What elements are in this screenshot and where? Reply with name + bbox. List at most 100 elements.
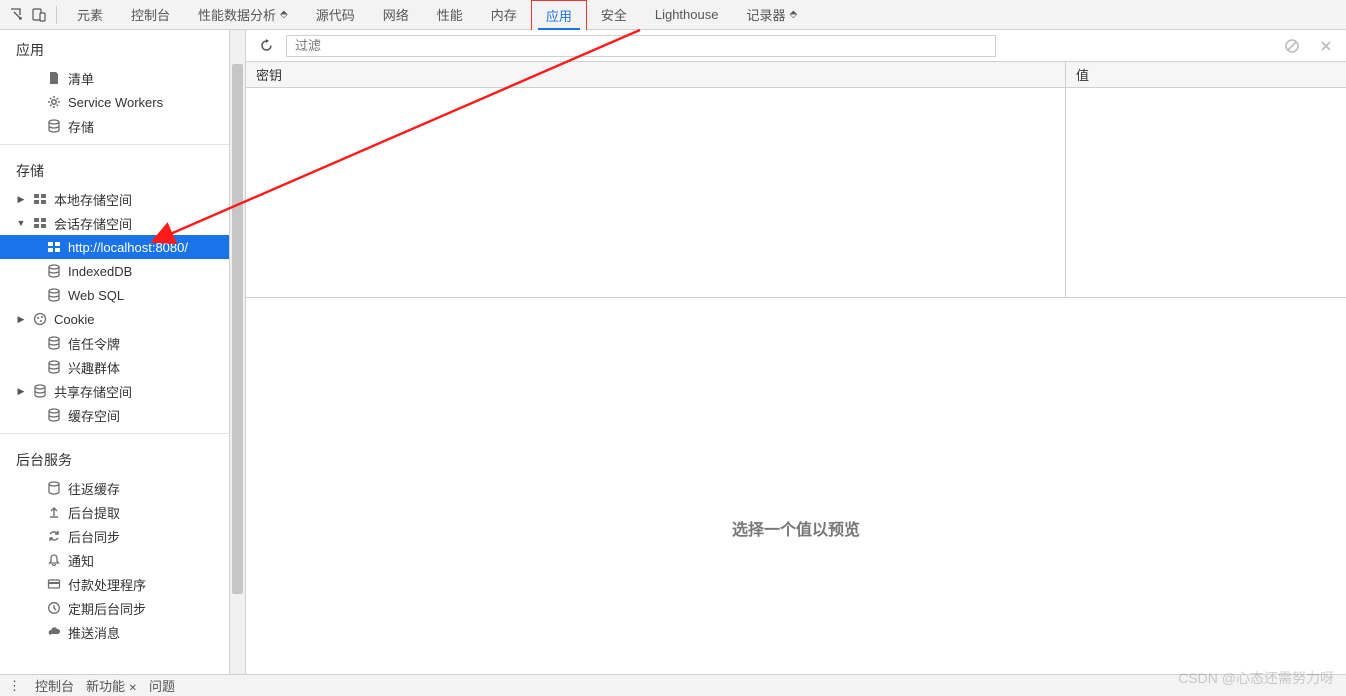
delete-all-button[interactable] (1280, 34, 1304, 58)
storage-split (246, 88, 1346, 381)
refresh-button[interactable] (254, 34, 278, 58)
sidebar-item-service-workers[interactable]: Service Workers (0, 90, 229, 114)
sidebar-item-label: Web SQL (68, 288, 124, 303)
sidebar-item-interest-groups[interactable]: 兴趣群体 (0, 355, 229, 379)
sidebar-item-bg-fetch[interactable]: 后台提取 (0, 500, 229, 524)
inspect-icon[interactable] (6, 4, 28, 26)
drawer-tabs: ⋮ 控制台 新功能 ✕ 问题 (0, 674, 1346, 696)
content: 应用 清单 Service Workers 存储 存储 ▶ 本地存储空间 ▼ 会… (0, 30, 1346, 674)
sidebar-item-label: 本地存储空间 (54, 190, 132, 209)
device-toggle-icon[interactable] (28, 4, 50, 26)
collapse-arrow-icon[interactable]: ▼ (16, 218, 26, 228)
grid-icon (32, 215, 48, 231)
delete-selected-button[interactable] (1314, 34, 1338, 58)
tab-lighthouse[interactable]: Lighthouse (641, 0, 733, 30)
sidebar-item-periodic-bg-sync[interactable]: 定期后台同步 (0, 596, 229, 620)
column-header-key[interactable]: 密钥 (246, 62, 1066, 87)
storage-value-column[interactable] (1066, 88, 1346, 298)
tab-label: 性能 (437, 5, 463, 24)
drawer-tab-console[interactable]: 控制台 (35, 676, 74, 695)
column-header-value[interactable]: 值 (1066, 62, 1346, 87)
sidebar-item-push-messaging[interactable]: 推送消息 (0, 620, 229, 644)
tab-network[interactable]: 网络 (369, 0, 423, 30)
separator (56, 6, 57, 24)
tab-label: 记录器 (746, 5, 785, 24)
database-icon (46, 287, 62, 303)
sidebar-item-manifest[interactable]: 清单 (0, 66, 229, 90)
sidebar-item-websql[interactable]: Web SQL (0, 283, 229, 307)
database-icon (46, 118, 62, 134)
sidebar-scrollbar[interactable] (230, 30, 246, 674)
application-sidebar: 应用 清单 Service Workers 存储 存储 ▶ 本地存储空间 ▼ 会… (0, 30, 230, 674)
sidebar-item-local-storage[interactable]: ▶ 本地存储空间 (0, 187, 229, 211)
sidebar-item-session-storage[interactable]: ▼ 会话存储空间 (0, 211, 229, 235)
database-icon (32, 383, 48, 399)
database-icon (46, 263, 62, 279)
sync-icon (46, 528, 62, 544)
sidebar-item-label: 存储 (68, 117, 94, 136)
tab-elements[interactable]: 元素 (63, 0, 117, 30)
sidebar-item-label: 后台提取 (68, 503, 120, 522)
sidebar-item-indexeddb[interactable]: IndexedDB (0, 259, 229, 283)
preview-marker-icon: ⬘ (789, 9, 797, 20)
sidebar-item-bfcache[interactable]: 往返缓存 (0, 476, 229, 500)
tab-performance[interactable]: 性能 (423, 0, 477, 30)
devtools-tabbar: 元素 控制台 性能数据分析 ⬘ 源代码 网络 性能 内存 应用 安全 Lighth… (0, 0, 1346, 30)
tab-application[interactable]: 应用 (531, 0, 587, 30)
grid-icon (46, 239, 62, 255)
bell-icon (46, 552, 62, 568)
gear-icon (46, 94, 62, 110)
document-icon (46, 70, 62, 86)
tab-security[interactable]: 安全 (587, 0, 641, 30)
tab-recorder[interactable]: 记录器 ⬘ (732, 0, 811, 30)
divider (0, 144, 229, 145)
database-icon (46, 407, 62, 423)
sidebar-item-label: 共享存储空间 (54, 382, 132, 401)
section-storage: 存储 (0, 151, 229, 187)
drawer-tab-issues[interactable]: 问题 (149, 676, 175, 695)
tab-sources[interactable]: 源代码 (302, 0, 369, 30)
storage-toolbar (246, 30, 1346, 62)
tab-memory[interactable]: 内存 (477, 0, 531, 30)
sidebar-item-payment-handler[interactable]: 付款处理程序 (0, 572, 229, 596)
preview-empty-message: 选择一个值以预览 (732, 516, 860, 540)
sidebar-item-label: 缓存空间 (68, 406, 120, 425)
sidebar-item-cookies[interactable]: ▶ Cookie (0, 307, 229, 331)
database-icon (46, 335, 62, 351)
upload-icon (46, 504, 62, 520)
sidebar-item-label: 通知 (68, 551, 94, 570)
tab-label: 应用 (546, 6, 572, 25)
tab-console[interactable]: 控制台 (117, 0, 184, 30)
sidebar-item-cache-storage[interactable]: 缓存空间 (0, 403, 229, 427)
sidebar-item-session-origin[interactable]: http://localhost:8080/ (0, 235, 229, 259)
sidebar-item-bg-sync[interactable]: 后台同步 (0, 524, 229, 548)
sidebar-item-label: 信任令牌 (68, 334, 120, 353)
sidebar-item-label: http://localhost:8080/ (68, 240, 188, 255)
expand-arrow-icon[interactable]: ▶ (16, 386, 26, 397)
sidebar-item-label: 付款处理程序 (68, 575, 146, 594)
drawer-tab-whats-new[interactable]: 新功能 ✕ (86, 676, 137, 695)
clock-icon (46, 600, 62, 616)
sidebar-item-notifications[interactable]: 通知 (0, 548, 229, 572)
storage-table-body[interactable] (246, 88, 1066, 298)
sidebar-item-shared-storage[interactable]: ▶ 共享存储空间 (0, 379, 229, 403)
sidebar-item-label: 往返缓存 (68, 479, 120, 498)
storage-table-header: 密钥 值 (246, 62, 1346, 88)
tab-label: 性能数据分析 (198, 5, 276, 24)
expand-arrow-icon[interactable]: ▶ (16, 194, 26, 205)
sidebar-item-storage-overview[interactable]: 存储 (0, 114, 229, 138)
drawer-menu-icon[interactable]: ⋮ (8, 678, 23, 694)
tab-performance-insights[interactable]: 性能数据分析 ⬘ (184, 0, 302, 30)
filter-input[interactable] (286, 35, 996, 57)
sidebar-item-label: 定期后台同步 (68, 599, 146, 618)
section-background-services: 后台服务 (0, 440, 229, 476)
tab-label: 元素 (77, 5, 103, 24)
database-icon (46, 480, 62, 496)
sidebar-item-trust-tokens[interactable]: 信任令牌 (0, 331, 229, 355)
tab-label: 内存 (491, 5, 517, 24)
sidebar-item-label: 推送消息 (68, 623, 120, 642)
expand-arrow-icon[interactable]: ▶ (16, 314, 26, 325)
preview-marker-icon: ⬘ (280, 9, 288, 20)
credit-card-icon (46, 576, 62, 592)
tab-label: 源代码 (316, 5, 355, 24)
